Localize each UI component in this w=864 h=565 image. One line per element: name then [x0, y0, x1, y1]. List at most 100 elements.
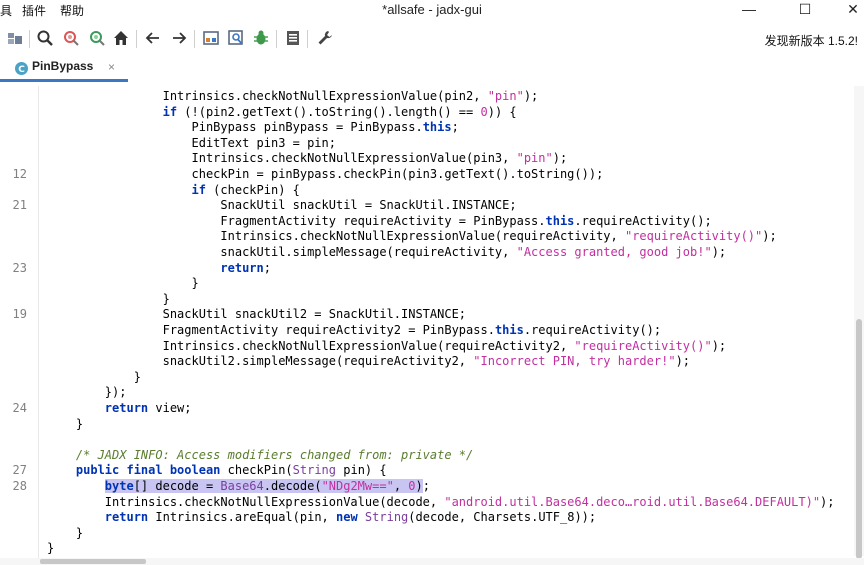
line-number: 24 [12, 401, 27, 415]
code-text: return Intrinsics.areEqual(pin, new Stri… [47, 510, 596, 526]
code-token: .decode( [263, 479, 322, 493]
sync-tree-icon[interactable] [4, 27, 26, 49]
log-viewer-icon[interactable] [282, 27, 304, 49]
vertical-scrollbar[interactable] [854, 86, 864, 559]
deobfuscation-icon[interactable] [200, 27, 222, 49]
code-token: this [545, 213, 575, 228]
code-line: } [0, 526, 864, 542]
code-line: Intrinsics.checkNotNullExpressionValue(p… [0, 89, 864, 105]
line-number: 12 [12, 167, 27, 181]
code-token: return [104, 401, 149, 415]
code-line: 19 SnackUtil snackUtil2 = SnackUtil.INST… [0, 307, 864, 323]
code-token: Intrinsics.checkNotNullExpressionValue(r… [47, 338, 575, 353]
maximize-button[interactable]: ☐ [782, 0, 828, 20]
find-class-icon[interactable] [86, 27, 108, 49]
minimize-button[interactable]: — [726, 0, 772, 20]
line-number: 19 [12, 307, 27, 322]
code-token: .requireActivity(); [523, 323, 662, 337]
code-token: [] decode = [133, 479, 221, 493]
code-token: checkPin = pinBypass.checkPin(pin3.getTe… [47, 167, 604, 181]
code-token: if [191, 182, 206, 197]
line-number: 23 [12, 260, 27, 275]
code-token: } [47, 291, 170, 306]
code-token: } [47, 369, 141, 384]
code-line: } [0, 276, 864, 292]
code-text: } [47, 417, 83, 433]
code-token: return [220, 260, 264, 275]
code-line: Intrinsics.checkNotNullExpressionValue(p… [0, 151, 864, 167]
code-line: FragmentActivity requireActivity = PinBy… [0, 214, 864, 230]
code-text: }); [47, 385, 127, 401]
code-token: ); [523, 89, 539, 103]
line-number: 27 [12, 463, 27, 478]
search-icon[interactable] [34, 27, 56, 49]
svg-text:C: C [18, 65, 25, 75]
back-arrow-icon[interactable] [142, 27, 164, 49]
home-icon[interactable] [110, 27, 132, 49]
code-token: /* JADX INFO: Access modifiers changed f… [47, 447, 474, 462]
code-token: ); [711, 338, 727, 353]
code-text: Intrinsics.checkNotNullExpressionValue(r… [47, 338, 727, 355]
code-token: byte [104, 479, 134, 493]
close-button[interactable]: ✕ [830, 0, 864, 20]
code-line: snackUtil.simpleMessage(requireActivity,… [0, 245, 864, 261]
code-text: Intrinsics.checkNotNullExpressionValue(d… [47, 495, 835, 511]
code-line: 21 SnackUtil snackUtil = SnackUtil.INSTA… [0, 198, 864, 214]
vertical-scroll-thumb[interactable] [856, 319, 862, 559]
code-token: Intrinsics.checkNotNullExpressionValue(d… [47, 494, 445, 509]
code-token: "android.util.Base64.deco…roid.util.Base… [444, 494, 821, 509]
code-text: Intrinsics.checkNotNullExpressionValue(r… [47, 229, 776, 245]
code-line: } [0, 417, 864, 433]
code-text: snackUtil2.simpleMessage(requireActivity… [47, 354, 690, 370]
code-token: String [292, 463, 337, 478]
code-text: FragmentActivity requireActivity2 = PinB… [47, 323, 662, 339]
menu-tools[interactable]: 具 [0, 2, 12, 19]
debug-bug-icon[interactable] [250, 27, 272, 49]
code-text: checkPin = pinBypass.checkPin(pin3.getTe… [47, 167, 603, 183]
code-token: "Access granted, good job!" [516, 245, 712, 259]
tab-close-icon[interactable]: × [108, 60, 115, 74]
code-token: , [393, 479, 409, 493]
code-token: EditText pin3 = pin; [47, 135, 336, 150]
code-token: SnackUtil snackUtil2 = SnackUtil.INSTANC… [47, 307, 467, 322]
code-token: ); [820, 494, 835, 509]
code-token: "requireActivity()" [574, 338, 712, 353]
code-line: } [0, 370, 864, 386]
menu-help[interactable]: 帮助 [60, 2, 84, 19]
code-text: } [47, 526, 83, 542]
code-editor[interactable]: Intrinsics.checkNotNullExpressionValue(p… [0, 86, 864, 565]
code-token: ); [552, 151, 568, 166]
code-line: } [0, 292, 864, 308]
code-token: checkPin( [220, 463, 293, 478]
code-line: }); [0, 385, 864, 401]
code-text: snackUtil.simpleMessage(requireActivity,… [47, 245, 726, 261]
code-line: 28 byte[] decode = Base64.decode("NDg2Mw… [0, 479, 864, 495]
code-token: FragmentActivity requireActivity = PinBy… [47, 213, 546, 228]
code-line: if (!(pin2.getText().toString().length()… [0, 105, 864, 121]
update-notice[interactable]: 发现新版本 1.5.2! [765, 32, 858, 49]
code-token: ; [263, 260, 271, 275]
forward-arrow-icon[interactable] [168, 27, 190, 49]
code-token: String [364, 510, 409, 525]
code-text: if (checkPin) { [47, 183, 300, 199]
horizontal-scrollbar[interactable] [0, 558, 864, 565]
code-token: "pin" [516, 151, 553, 166]
code-line: /* JADX INFO: Access modifiers changed f… [0, 448, 864, 464]
horizontal-scroll-thumb[interactable] [40, 559, 146, 564]
class-file-icon: C [15, 62, 28, 75]
preferences-wrench-icon[interactable] [314, 27, 336, 49]
code-token: view; [148, 401, 192, 415]
code-line: 12 checkPin = pinBypass.checkPin(pin3.ge… [0, 167, 864, 183]
find-usage-icon[interactable] [60, 27, 82, 49]
code-text: byte[] decode = Base64.decode("NDg2Mw=="… [47, 479, 430, 495]
code-token: Intrinsics.checkNotNullExpressionValue(r… [47, 229, 625, 244]
quick-search-icon[interactable] [225, 27, 247, 49]
menu-plugins[interactable]: 插件 [22, 2, 46, 19]
code-text: EditText pin3 = pin; [47, 136, 336, 152]
tab-pinbypass[interactable]: C PinBypass × [0, 56, 128, 82]
